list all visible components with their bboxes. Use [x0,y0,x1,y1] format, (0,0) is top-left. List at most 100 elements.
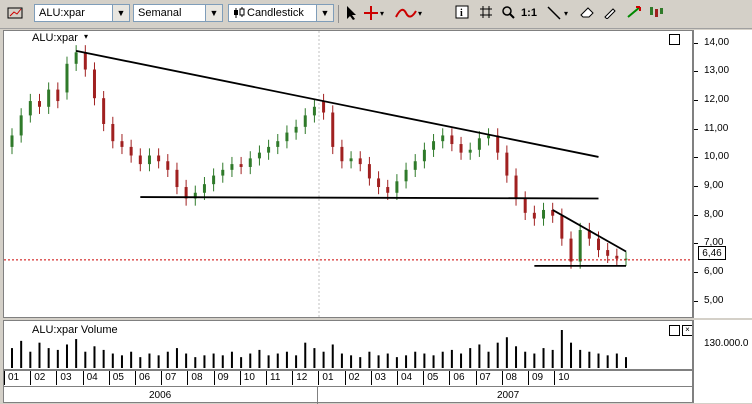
zoom-icon[interactable] [500,5,516,22]
candle-body [10,135,14,147]
chart-type-combo[interactable]: Candlestick ▼ [228,4,334,22]
trendline [75,50,599,158]
candle-body [56,89,60,102]
candles-icon[interactable] [648,5,664,22]
volume-bar [377,355,380,368]
volume-bar [606,355,609,368]
price-tick-mark [694,42,698,44]
month-tick [213,371,215,385]
month-tick [554,371,556,385]
candle-body [257,152,261,159]
chevron-down-icon[interactable]: ▼ [316,5,333,21]
drawing-icon[interactable] [603,5,619,22]
volume-bar [423,353,426,368]
candle-body [468,149,472,153]
candle-body [432,141,436,150]
price-tick-mark [694,272,698,273]
month-tick [528,371,529,385]
volume-bar [368,351,371,368]
volume-bar [478,344,481,368]
info-icon[interactable]: i [454,5,470,22]
chevron-down-icon[interactable]: ▼ [205,5,222,21]
volume-bar [625,357,627,368]
symbol-combo[interactable]: ALU:xpar ▼ [34,4,130,22]
grid-icon[interactable] [478,5,494,22]
volume-bar [460,353,463,368]
month-tick [4,371,5,385]
eraser-icon[interactable] [579,5,595,22]
chevron-down-icon[interactable]: ▼ [112,5,129,21]
volume-bar [304,342,307,368]
symbol-value: ALU:xpar [39,7,85,19]
volume-bar [258,349,261,368]
month-label: 01 [322,372,334,383]
volume-bar [570,342,573,368]
trendline-icon[interactable]: ▾ [546,5,576,22]
axis-divider [4,386,692,387]
volume-bar [148,353,151,368]
volume-bar [120,355,123,368]
month-tick [292,371,294,385]
month-label: 11 [270,372,281,383]
volume-bar [175,348,178,368]
month-tick [370,371,372,385]
axis-corner [693,370,752,403]
price-tick-mark [694,157,698,159]
year-label: 2007 [497,390,520,401]
candlestick-icon [233,7,245,22]
volume-bar [615,353,618,368]
volume-bar [560,330,563,368]
month-label: 09 [217,372,229,383]
volume-tick: 130.000.0 [704,338,749,349]
price-tick-mark [694,214,698,216]
candle-body [523,198,527,213]
price-axis: 14,00 13,00 12,00 11,00 10,00 9,00 8,00 7,00 6,0… [693,30,752,318]
candle-body [597,238,601,251]
candle-body [248,158,252,167]
candle-body [129,146,133,156]
indicator-icon[interactable]: ▾ [394,5,428,22]
volume-pane[interactable]: ALU:xpar Volume × [3,320,693,370]
candle-body [496,135,500,153]
candle-body [322,101,326,113]
month-tick [30,371,32,385]
chart-menu-icon[interactable] [4,5,28,22]
volume-bar [579,349,582,368]
month-tick [82,371,84,385]
month-label: 05 [427,372,439,383]
price-tick: 13,00 [704,65,730,77]
candle-body [578,230,582,262]
volume-bar [295,355,298,368]
volume-bar [203,355,206,368]
period-combo[interactable]: Semanal ▼ [133,4,223,22]
month-label: 05 [112,372,124,383]
candle-body [312,106,316,116]
volume-bar [111,353,114,368]
price-tick: 14,00 [704,36,730,48]
volume-bar [331,344,334,368]
month-label: 04 [401,372,413,383]
volume-bar [267,355,270,368]
volume-bar [313,348,316,368]
price-pane[interactable]: ALU:xpar ▾ [3,30,693,318]
pointer-icon[interactable] [343,5,359,22]
volume-bar [405,355,408,368]
month-tick [56,371,58,385]
volume-bar [29,351,32,368]
candle-body [542,209,546,219]
candle-body [230,164,234,170]
volume-bar [84,351,87,368]
zoom-1to1-button[interactable]: 1:1 [521,5,537,22]
volume-bar [65,344,68,368]
delete-icon[interactable] [626,5,642,22]
candle-body [514,175,518,199]
candle-body [285,132,289,142]
trendline [140,196,599,200]
volume-bar [20,340,23,368]
volume-bar [597,353,600,368]
volume-bar [212,353,215,368]
candle-body [28,101,32,116]
month-tick [344,371,346,385]
crosshair-icon[interactable]: ▾ [364,5,388,22]
candle-body [422,149,426,162]
